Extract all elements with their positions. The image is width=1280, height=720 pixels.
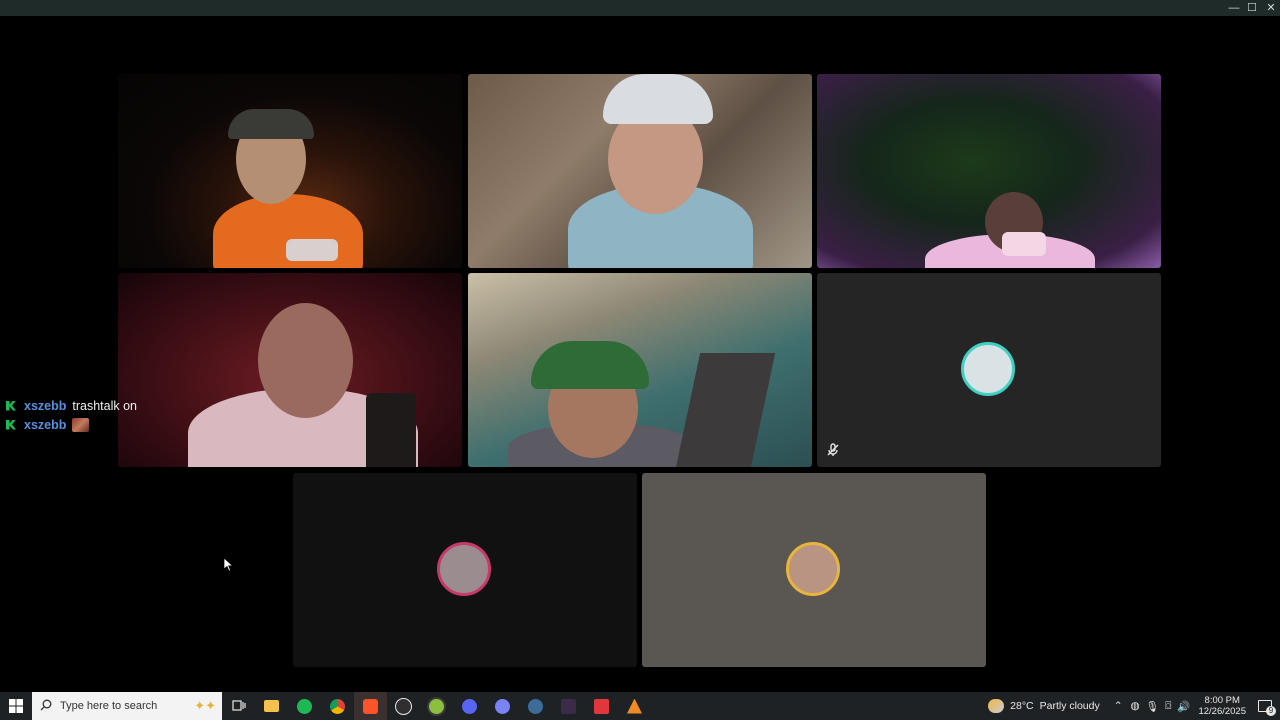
taskbar-app-green[interactable] (420, 692, 453, 720)
search-icon (40, 699, 52, 714)
app-icon (427, 696, 446, 716)
participant-avatar (961, 342, 1015, 396)
chat-message: xszebb trashtalk on (6, 396, 137, 415)
taskbar-obs[interactable] (387, 692, 420, 720)
video-tile-7[interactable] (293, 473, 637, 667)
network-icon[interactable]: ⌼ (1165, 700, 1171, 713)
video-tile-5[interactable] (468, 273, 812, 467)
microphone-shape (366, 393, 416, 467)
video-tile-3[interactable] (817, 74, 1161, 268)
microphone-muted-icon (825, 443, 841, 459)
video-tile-2[interactable] (468, 74, 812, 268)
window-title-bar: — ☐ ✕ (0, 0, 1280, 16)
weather-temp[interactable]: 28°C (1010, 700, 1033, 712)
taskbar-discord-alt[interactable] (453, 692, 486, 720)
discord-icon (462, 698, 477, 714)
search-placeholder: Type here to search (60, 700, 158, 712)
taskbar-chrome[interactable] (321, 692, 354, 720)
clock-date: 12/26/2025 (1198, 706, 1246, 717)
call-stage: xszebb trashtalk on xszebb (0, 16, 1280, 692)
discord-icon (495, 698, 510, 714)
brave-icon (363, 698, 378, 714)
minimize-button[interactable]: — (1225, 0, 1243, 16)
show-hidden-icons-icon[interactable]: ⌃ (1114, 700, 1123, 712)
chat-text: trashtalk on (72, 398, 138, 413)
kick-badge-icon (6, 419, 16, 430)
clock[interactable]: 8:00 PM 12/26/2025 (1198, 695, 1246, 717)
cap-shape (603, 74, 713, 124)
chrome-icon (330, 698, 345, 714)
video-tile-4[interactable] (118, 273, 462, 467)
chat-overlay: xszebb trashtalk on xszebb (6, 396, 137, 434)
taskbar-brave[interactable] (354, 692, 387, 720)
video-tile-1[interactable] (118, 74, 462, 268)
chat-username: xszebb (24, 417, 67, 432)
taskbar-spotify[interactable] (288, 692, 321, 720)
weather-icon[interactable] (988, 699, 1005, 713)
participant-avatar (437, 542, 491, 596)
chat-message: xszebb (6, 415, 137, 434)
app-icon (561, 698, 576, 714)
taskbar-discord[interactable] (486, 692, 519, 720)
windows-logo-icon (9, 699, 23, 713)
cap-shape (228, 109, 314, 139)
microphone-shape (1002, 232, 1046, 256)
spotify-icon (297, 698, 312, 714)
task-view-button[interactable] (222, 692, 255, 720)
video-tile-8[interactable] (642, 473, 986, 667)
app-icon (594, 698, 609, 714)
cap-shape (531, 341, 649, 389)
network-app-icon[interactable]: ◍ (1131, 700, 1140, 712)
taskbar-steam[interactable] (519, 692, 552, 720)
search-highlight-icon: ✦✦ (194, 698, 216, 713)
taskbar-app-dark[interactable] (552, 692, 585, 720)
weather-condition[interactable]: Partly cloudy (1040, 700, 1100, 712)
emote-icon (72, 417, 90, 432)
close-button[interactable]: ✕ (1262, 0, 1280, 16)
taskbar-app-red[interactable] (585, 692, 618, 720)
folder-icon (264, 700, 279, 712)
app-icon (627, 698, 642, 714)
participant-head (258, 303, 353, 418)
obs-icon (395, 697, 412, 715)
taskbar-app-orange[interactable] (618, 692, 651, 720)
chat-username: xszebb (24, 398, 67, 413)
participant-avatar (786, 542, 840, 596)
clock-time: 8:00 PM (1204, 695, 1240, 706)
steam-icon (528, 698, 543, 714)
mouse-cursor-icon (224, 558, 234, 572)
notification-count: 9 (1266, 706, 1276, 716)
taskbar-search[interactable]: Type here to search ✦✦ (32, 692, 222, 720)
video-tile-6[interactable] (817, 273, 1161, 467)
mic-arm-shape (675, 353, 776, 467)
taskbar: Type here to search ✦✦ 28°C Partly cloud… (0, 692, 1280, 720)
taskbar-file-explorer[interactable] (255, 692, 288, 720)
microphone-icon[interactable]: 🎙 (1146, 700, 1159, 713)
start-button[interactable] (0, 692, 32, 720)
system-tray: 28°C Partly cloudy ⌃ ◍ 🎙 ⌼ 🔊 8:00 PM 12/… (988, 692, 1280, 720)
kick-badge-icon (6, 400, 16, 411)
notification-center-button[interactable]: 9 (1256, 697, 1276, 716)
volume-icon[interactable]: 🔊 (1177, 700, 1190, 713)
maximize-button[interactable]: ☐ (1243, 0, 1261, 16)
task-view-icon (231, 700, 246, 711)
microphone-shape (286, 239, 338, 261)
